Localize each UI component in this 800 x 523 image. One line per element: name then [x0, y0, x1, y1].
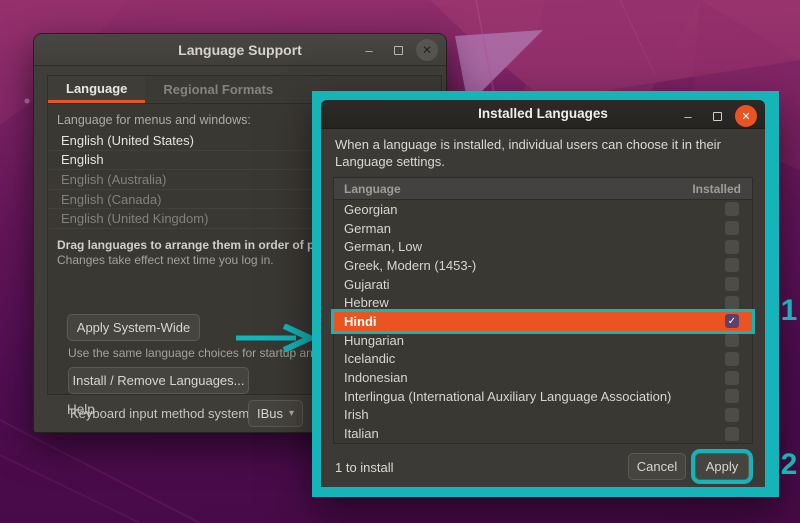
- annotation-highlight-frame: Installed Languages – ✕ When a language …: [312, 91, 779, 497]
- keyboard-method-label: Keyboard input method system:: [70, 406, 253, 421]
- checkbox-icon[interactable]: [725, 202, 739, 216]
- language-name: Hungarian: [344, 333, 725, 348]
- dialog-description: When a language is installed, individual…: [335, 137, 759, 171]
- column-installed: Installed: [692, 182, 752, 196]
- languages-table: Language Installed Georgian German German,…: [333, 177, 753, 444]
- table-row[interactable]: Hungarian: [334, 331, 752, 350]
- maximize-glyph: [394, 46, 403, 55]
- maximize-icon[interactable]: [387, 39, 409, 61]
- checkbox-icon[interactable]: [725, 277, 739, 291]
- table-row[interactable]: Indonesian: [334, 368, 752, 387]
- window-controls: – ✕: [358, 34, 438, 66]
- language-name: Italian: [344, 426, 725, 441]
- keyboard-method-dropdown[interactable]: IBus ▾: [248, 400, 303, 427]
- minimize-icon[interactable]: –: [358, 39, 380, 61]
- language-name: Georgian: [344, 202, 725, 217]
- language-name: Icelandic: [344, 351, 725, 366]
- table-row[interactable]: Georgian: [334, 200, 752, 219]
- table-row[interactable]: Gujarati: [334, 275, 752, 294]
- language-name: Hindi: [344, 314, 725, 329]
- tab-regional-formats[interactable]: Regional Formats: [145, 76, 291, 103]
- close-icon[interactable]: ✕: [416, 39, 438, 61]
- table-row[interactable]: German: [334, 219, 752, 238]
- table-row[interactable]: Icelandic: [334, 350, 752, 369]
- desktop: Language Support – ✕ Language Regional F…: [0, 0, 800, 523]
- language-name: Irish: [344, 407, 725, 422]
- checkbox-icon[interactable]: [725, 258, 739, 272]
- language-name: German, Low: [344, 239, 725, 254]
- window-controls: – ✕: [677, 100, 757, 132]
- checkbox-icon[interactable]: [725, 352, 739, 366]
- chevron-down-icon: ▾: [289, 408, 294, 419]
- checkbox-icon[interactable]: [725, 408, 739, 422]
- table-row[interactable]: Interlingua (International Auxiliary Lan…: [334, 387, 752, 406]
- titlebar: Installed Languages – ✕: [321, 100, 765, 129]
- keyboard-method-value: IBus: [257, 406, 283, 421]
- maximize-glyph: [713, 112, 722, 121]
- table-row[interactable]: Hindi✓: [334, 312, 752, 331]
- table-row[interactable]: Italian: [334, 424, 752, 443]
- language-name: Gujarati: [344, 277, 725, 292]
- titlebar: Language Support – ✕: [34, 34, 446, 66]
- checkbox-icon[interactable]: [725, 427, 739, 441]
- table-row[interactable]: Irish: [334, 406, 752, 425]
- table-row[interactable]: German, Low: [334, 237, 752, 256]
- language-name: German: [344, 221, 725, 236]
- status-text: 1 to install: [335, 460, 394, 475]
- annotation-arrow-icon: [236, 324, 316, 352]
- apply-system-wide-button[interactable]: Apply System-Wide: [67, 314, 200, 341]
- checkbox-icon[interactable]: [725, 296, 739, 310]
- apply-button[interactable]: Apply: [695, 453, 749, 480]
- installed-languages-dialog: Installed Languages – ✕ When a language …: [321, 100, 765, 487]
- column-language: Language: [334, 182, 692, 196]
- language-name: Greek, Modern (1453-): [344, 258, 725, 273]
- table-row[interactable]: Hebrew: [334, 293, 752, 312]
- cancel-button[interactable]: Cancel: [628, 453, 686, 480]
- annotation-step-2: 2: [776, 448, 800, 482]
- language-name: Interlingua (International Auxiliary Lan…: [344, 389, 725, 404]
- language-name: Indonesian: [344, 370, 725, 385]
- table-row[interactable]: Greek, Modern (1453-): [334, 256, 752, 275]
- maximize-icon[interactable]: [706, 105, 728, 127]
- checkbox-icon[interactable]: [725, 333, 739, 347]
- checkbox-icon[interactable]: [725, 371, 739, 385]
- help-button[interactable]: Help: [67, 402, 95, 417]
- table-header: Language Installed: [334, 178, 752, 200]
- tab-language[interactable]: Language: [48, 76, 145, 103]
- annotation-step-1: 1: [776, 294, 800, 328]
- close-icon[interactable]: ✕: [735, 105, 757, 127]
- checkbox-checked-icon[interactable]: ✓: [725, 314, 739, 328]
- minimize-icon[interactable]: –: [677, 105, 699, 127]
- language-name: Hebrew: [344, 295, 725, 310]
- checkbox-icon[interactable]: [725, 221, 739, 235]
- checkbox-icon[interactable]: [725, 240, 739, 254]
- checkbox-icon[interactable]: [725, 389, 739, 403]
- language-table-body: Georgian German German, Low Greek, Modern (…: [334, 200, 752, 443]
- install-remove-languages-button[interactable]: Install / Remove Languages...: [68, 367, 249, 394]
